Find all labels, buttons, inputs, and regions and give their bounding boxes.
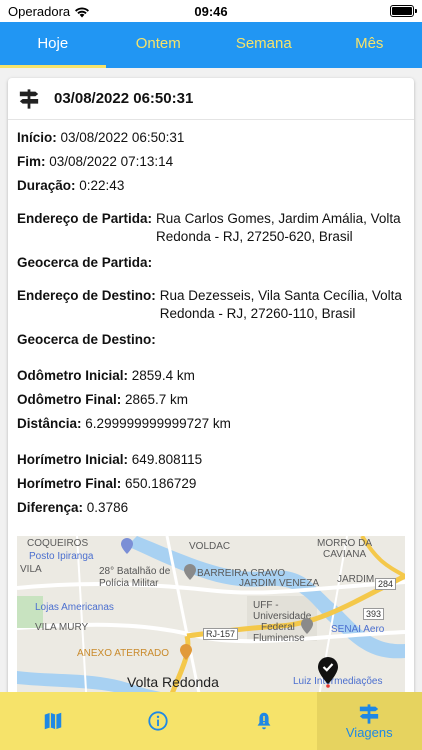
info-icon (148, 711, 168, 731)
horimetro-final-value: 650.186729 (125, 476, 197, 491)
map-label-morro-2: CAVIANA (323, 549, 367, 560)
map-poi-uff-1[interactable]: UFF - (253, 600, 279, 611)
partida-label: Endereço de Partida: (17, 211, 153, 226)
map-poi-senai[interactable]: SENAI Aero (331, 624, 384, 635)
map-pin-icon (121, 538, 133, 554)
map-label-vila: VILA (20, 564, 42, 575)
odometro-inicial-label: Odômetro Inicial: (17, 368, 129, 383)
map-poi-posto[interactable]: Posto Ipiranga (29, 551, 94, 562)
trip-details: Início: 03/08/2022 06:50:31 Fim: 03/08/2… (8, 120, 414, 520)
battery-icon (390, 5, 417, 17)
horimetro-final-row: Horímetro Final: 650.186729 (17, 472, 404, 496)
map-label-coqueiros: COQUEIROS (27, 538, 89, 549)
trip-map[interactable]: COQUEIROS Posto Ipiranga VOLDAC MORRO DA… (17, 536, 405, 708)
bottom-nav: Viagens (0, 692, 422, 750)
map-route-393: 393 (363, 608, 385, 620)
inicio-label: Início: (17, 130, 57, 145)
inicio-value: 03/08/2022 06:50:31 (60, 130, 185, 145)
map-route-rj157: RJ-157 (203, 628, 239, 640)
map-label-voldac: VOLDAC (189, 541, 231, 552)
bell-alert-icon (257, 712, 271, 730)
horimetro-final-label: Horímetro Final: (17, 476, 122, 491)
partida-row: Endereço de Partida: Rua Carlos Gomes, J… (17, 210, 404, 245)
duracao-label: Duração: (17, 178, 76, 193)
map-pin-icon (180, 644, 192, 660)
diferenca-row: Diferença: 0.3786 (17, 496, 404, 520)
trip-card: 03/08/2022 06:50:31 Início: 03/08/2022 0… (8, 78, 414, 708)
signpost-icon (19, 88, 39, 109)
nav-alerts[interactable] (211, 692, 317, 750)
period-tabs: Hoje Ontem Semana Mês (0, 22, 422, 68)
map-poi-anexo[interactable]: ANEXO ATERRADO (77, 648, 169, 659)
geocerca-destino-label: Geocerca de Destino: (17, 332, 156, 347)
nav-viagens-label: Viagens (345, 724, 393, 740)
nav-info[interactable] (106, 692, 212, 750)
odometro-final-label: Odômetro Final: (17, 392, 122, 407)
tab-hoje[interactable]: Hoje (0, 22, 106, 68)
tab-semana[interactable]: Semana (211, 22, 317, 68)
destino-value: Rua Dezesseis, Vila Santa Cecília, Volta… (159, 288, 402, 321)
map-label-volta-redonda: Volta Redonda (127, 674, 219, 690)
distancia-row: Distância: 6.299999999999727 km (17, 412, 404, 436)
duracao-row: Duração: 0:22:43 (17, 174, 404, 198)
odometro-inicial-row: Odômetro Inicial: 2859.4 km (17, 364, 404, 388)
map-poi-lojas[interactable]: Lojas Americanas (35, 602, 114, 613)
destination-marker-icon[interactable] (317, 656, 339, 688)
map-poi-batalhao-1[interactable]: 28° Batalhão de (99, 566, 170, 577)
distancia-label: Distância: (17, 416, 82, 431)
trip-title: 03/08/2022 06:50:31 (54, 90, 194, 107)
status-time: 09:46 (194, 4, 228, 19)
odometro-final-value: 2865.7 km (125, 392, 189, 407)
odometro-inicial-value: 2859.4 km (131, 368, 195, 383)
tab-mes[interactable]: Mês (317, 22, 422, 68)
inicio-row: Início: 03/08/2022 06:50:31 (17, 126, 404, 150)
distancia-value: 6.299999999999727 km (85, 416, 231, 431)
fim-row: Fim: 03/08/2022 07:13:14 (17, 150, 404, 174)
horimetro-inicial-label: Horímetro Inicial: (17, 452, 129, 467)
map-route-284: 284 (375, 578, 397, 590)
map-pin-icon (184, 564, 196, 580)
map-pin-icon (301, 618, 313, 634)
fim-label: Fim: (17, 154, 46, 169)
geocerca-partida-label: Geocerca de Partida: (17, 255, 153, 270)
diferenca-value: 0.3786 (86, 500, 129, 515)
map-poi-uff-4: Fluminense (253, 633, 305, 644)
signpost-icon (360, 703, 379, 724)
destino-row: Endereço de Destino: Rua Dezesseis, Vila… (17, 287, 404, 322)
trip-card-header: 03/08/2022 06:50:31 (8, 78, 414, 120)
odometro-final-row: Odômetro Final: 2865.7 km (17, 388, 404, 412)
status-bar: Operadora 09:46 (0, 0, 422, 22)
map-poi-batalhao-2: Polícia Militar (99, 578, 159, 589)
map-label-morro-1: MORRO DA (317, 538, 372, 549)
diferenca-label: Diferença: (17, 500, 84, 515)
horimetro-inicial-value: 649.808115 (131, 452, 203, 467)
tab-ontem[interactable]: Ontem (106, 22, 212, 68)
map-label-jardim: JARDIM (337, 574, 375, 585)
horimetro-inicial-row: Horímetro Inicial: 649.808115 (17, 448, 404, 472)
map-poi-uff-3: Federal (261, 622, 295, 633)
nav-viagens[interactable]: Viagens (316, 692, 422, 750)
map-icon (44, 712, 61, 730)
destino-label: Endereço de Destino: (17, 288, 156, 303)
nav-map[interactable] (0, 692, 106, 750)
map-label-jardim-veneza: JARDIM VENEZA (239, 578, 320, 589)
duracao-value: 0:22:43 (79, 178, 125, 193)
partida-value: Rua Carlos Gomes, Jardim Amália, Volta R… (156, 211, 401, 244)
map-label-vila-mury: VILA MURY (35, 622, 89, 633)
fim-value: 03/08/2022 07:13:14 (49, 154, 174, 169)
